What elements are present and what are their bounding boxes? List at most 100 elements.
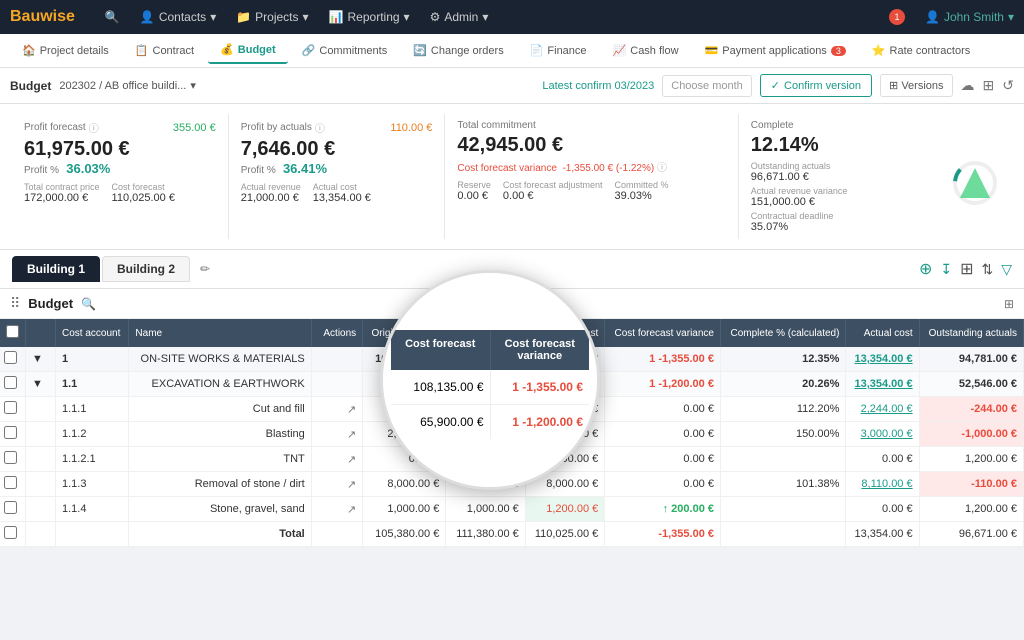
row-checkbox-cell [0, 472, 26, 497]
admin-chevron: ▾ [482, 10, 488, 24]
select-all-checkbox[interactable] [6, 325, 19, 338]
contacts-icon: 👤 [140, 10, 155, 24]
row-expand [26, 497, 56, 522]
row-actual-cost: 0.00 € [846, 447, 919, 472]
projects-icon: 📁 [236, 10, 251, 24]
confirm-version-button[interactable]: ✓ Confirm version [760, 74, 872, 97]
actual-revenue: Actual revenue 21,000.00 € [241, 182, 301, 204]
tab-change-orders[interactable]: 🔄 Change orders [401, 38, 515, 63]
top-navigation: Bauwise 🔍 👤 Contacts ▾ 📁 Projects ▾ 📊 Re… [0, 0, 1024, 34]
row-original-budget: 105,380.00 € [363, 522, 446, 547]
row-actual-cost: 0.00 € [846, 497, 919, 522]
budget-icon: 💰 [220, 43, 234, 56]
th-name: Name [129, 319, 311, 347]
magnifier-overlay: Cost forecast Cost forecast variance 108… [380, 270, 600, 490]
row-actual-cost: 13,354.00 € [846, 522, 919, 547]
checkmark-icon: ✓ [771, 79, 780, 92]
row-account: 1.1.2.1 [56, 447, 129, 472]
columns-settings-icon[interactable]: ⊞ [1004, 297, 1014, 311]
th-cost-account: Cost account [56, 319, 129, 347]
profit-forecast-card: Profit forecast ⓘ 355.00 € 61,975.00 € P… [12, 114, 229, 239]
row-checkbox[interactable] [4, 426, 17, 439]
row-checkbox-cell [0, 422, 26, 447]
budget-path[interactable]: 202302 / AB office buildi... ▾ [59, 79, 196, 92]
row-actual-cost: 3,000.00 € [846, 422, 919, 447]
project-details-icon: 🏠 [22, 44, 36, 57]
nav-search[interactable]: 🔍 [105, 10, 120, 24]
tab-budget[interactable]: 💰 Budget [208, 37, 288, 64]
latest-confirm-link[interactable]: Latest confirm 03/2023 [542, 80, 654, 92]
row-actions [311, 522, 362, 547]
complete-title: Complete [751, 120, 1000, 131]
grid-icon[interactable]: ⊞ [983, 77, 995, 94]
filter-icon[interactable]: ▽ [1001, 261, 1012, 278]
versions-icon: ⊞ [889, 80, 898, 92]
row-account: 1.1.3 [56, 472, 129, 497]
row-cf-variance: -1,355.00 € [605, 522, 721, 547]
add-row-icon[interactable]: ⊕ [919, 259, 932, 279]
reporting-chevron: ▾ [404, 10, 410, 24]
th-complete-pct: Complete % (calculated) [720, 319, 845, 347]
profit-forecast-top-value: 355.00 € [173, 122, 216, 134]
commitments-icon: 🔗 [302, 44, 316, 57]
cash-flow-icon: 📈 [613, 44, 627, 57]
tab-rate-contractors[interactable]: ⭐ Rate contractors [860, 38, 982, 63]
nav-projects[interactable]: 📁 Projects ▾ [236, 10, 308, 24]
upload-icon[interactable]: ☁ [961, 77, 975, 94]
th-actual-cost: Actual cost [846, 319, 919, 347]
row-expand: ▼ [26, 372, 56, 397]
indent-icon[interactable]: ↧ [940, 261, 952, 278]
complete-value: 12.14% [751, 133, 848, 157]
tab-finance[interactable]: 📄 Finance [518, 38, 599, 63]
tab-cash-flow[interactable]: 📈 Cash flow [601, 38, 691, 63]
tab-contract[interactable]: 📋 Contract [123, 38, 206, 63]
table-row: Total 105,380.00 € 111,380.00 € 110,025.… [0, 522, 1024, 547]
row-name: ON-SITE WORKS & MATERIALS [129, 347, 311, 372]
choose-month-button[interactable]: Choose month [662, 75, 752, 97]
row-outstanding: 96,671.00 € [919, 522, 1023, 547]
row-expand: ▼ [26, 347, 56, 372]
notification-bell[interactable]: 1 [889, 9, 905, 25]
row-actions [311, 372, 362, 397]
row-checkbox[interactable] [4, 401, 17, 414]
row-revised: 111,380.00 € [446, 522, 525, 547]
th-outstanding: Outstanding actuals [919, 319, 1023, 347]
cost-forecast-sub: Cost forecast 110,025.00 € [112, 182, 175, 204]
contacts-chevron: ▾ [210, 10, 216, 24]
tab-building2[interactable]: Building 2 [102, 256, 190, 282]
logo: Bauwise [10, 8, 75, 26]
sort-icon[interactable]: ⇅ [981, 261, 993, 278]
table-search-icon[interactable]: 🔍 [81, 297, 96, 311]
row-checkbox[interactable] [4, 376, 17, 389]
row-checkbox[interactable] [4, 476, 17, 489]
nav-admin[interactable]: ⚙ Admin ▾ [430, 10, 489, 24]
row-checkbox[interactable] [4, 451, 17, 464]
nav-reporting[interactable]: 📊 Reporting ▾ [329, 10, 410, 24]
table-action-icons: ⊕ ↧ ⊞ ⇅ ▽ [919, 259, 1012, 279]
row-complete-pct [720, 497, 845, 522]
columns-icon[interactable]: ⊞ [960, 259, 973, 279]
row-checkbox[interactable] [4, 526, 17, 539]
tab-building1[interactable]: Building 1 [12, 256, 100, 282]
complete-card: Complete 12.14% Outstanding actuals 96,6… [739, 114, 1012, 239]
row-checkbox-cell [0, 522, 26, 547]
row-checkbox[interactable] [4, 351, 17, 364]
cf-variance-label: Cost forecast variance -1,355.00 € (-1.2… [457, 159, 725, 174]
edit-tab-icon[interactable]: ✏ [200, 262, 210, 276]
row-account: 1.1.1 [56, 397, 129, 422]
refresh-icon[interactable]: ↺ [1002, 77, 1014, 94]
versions-button[interactable]: ⊞ Versions [880, 74, 952, 97]
row-checkbox-cell [0, 497, 26, 522]
profit-actuals-top-value: 110.00 € [390, 122, 432, 134]
row-cf-variance: ↑ 200.00 € [605, 497, 721, 522]
table-row: 1.1.4 Stone, gravel, sand ↗ 1,000.00 € 1… [0, 497, 1024, 522]
tab-project-details[interactable]: 🏠 Project details [10, 38, 121, 63]
nav-contacts[interactable]: 👤 Contacts ▾ [140, 10, 216, 24]
row-expand [26, 422, 56, 447]
tab-commitments[interactable]: 🔗 Commitments [290, 38, 400, 63]
variance-info-icon: ⓘ [657, 163, 667, 174]
row-name: EXCAVATION & EARTHWORK [129, 372, 311, 397]
row-checkbox[interactable] [4, 501, 17, 514]
user-menu[interactable]: 👤 John Smith ▾ [925, 10, 1014, 24]
tab-payment-applications[interactable]: 💳 Payment applications 3 [693, 38, 858, 63]
